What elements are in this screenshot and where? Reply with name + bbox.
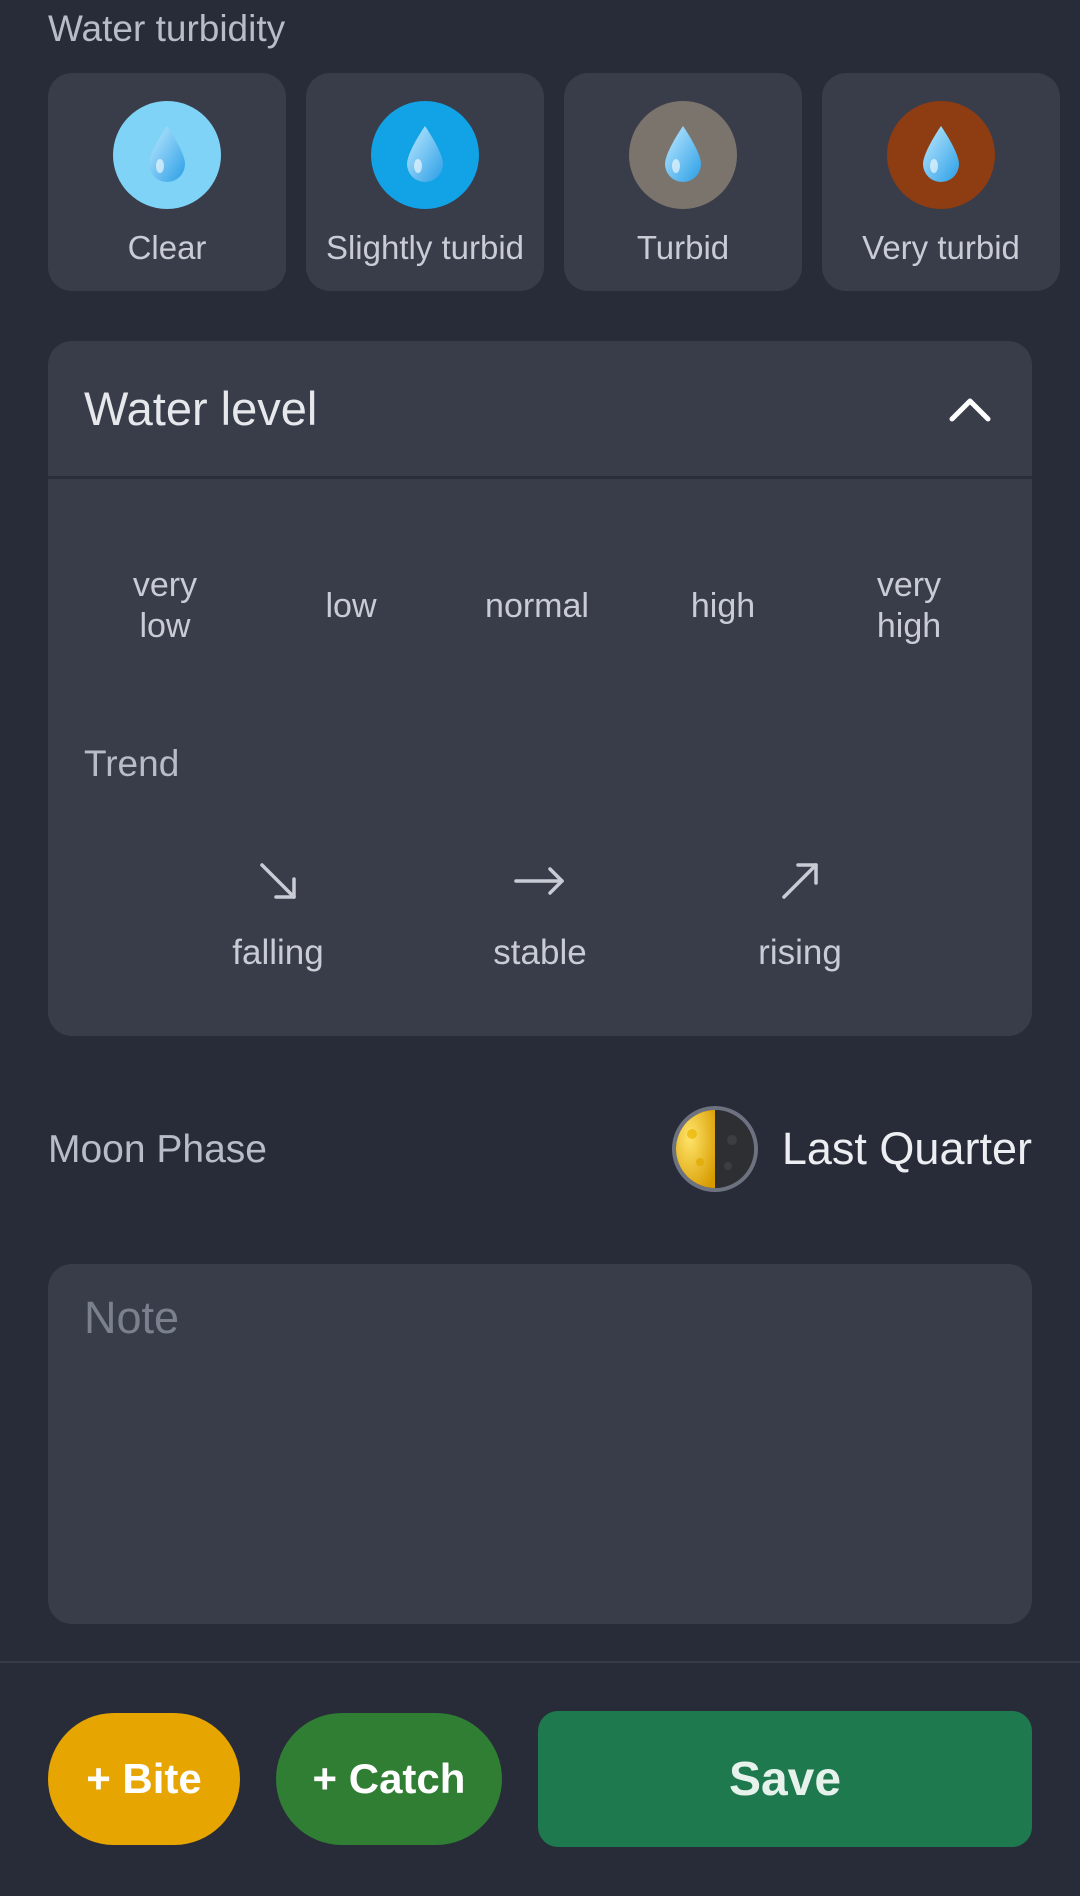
water-level-panel: Water level very low low normal high ver… xyxy=(48,341,1032,1036)
trend-stable-label: stable xyxy=(493,933,587,972)
add-bite-button[interactable]: + Bite xyxy=(48,1713,240,1845)
moon-phase-label: Moon Phase xyxy=(48,1128,267,1171)
water-level-low[interactable]: low xyxy=(261,551,441,661)
turbidity-option-clear[interactable]: Clear xyxy=(48,73,286,291)
turbidity-swatch xyxy=(629,101,737,209)
trend-falling[interactable]: falling xyxy=(168,851,388,973)
note-input[interactable] xyxy=(84,1292,996,1596)
turbidity-options: Clear Slightly turbid Turbid Very turbid xyxy=(48,73,1060,291)
water-drop-icon xyxy=(923,126,959,182)
bottom-divider xyxy=(0,1661,1080,1663)
turbidity-option-label: Turbid xyxy=(636,229,730,266)
turbidity-option-label: Clear xyxy=(127,229,207,266)
moon-phase-text: Last Quarter xyxy=(781,1123,1032,1174)
turbidity-swatch xyxy=(371,101,479,209)
turbidity-option-very-turbid[interactable]: Very turbid xyxy=(822,73,1060,291)
trend-stable[interactable]: stable xyxy=(430,851,650,973)
water-drop-icon xyxy=(407,126,443,182)
turbidity-option-slightly-turbid[interactable]: Slightly turbid xyxy=(306,73,544,291)
water-level-header[interactable]: Water level xyxy=(48,341,1032,479)
arrow-right-icon xyxy=(510,851,570,911)
moon-phase-value[interactable]: Last Quarter xyxy=(671,1106,1032,1192)
water-level-title: Water level xyxy=(84,382,318,435)
add-catch-button[interactable]: + Catch xyxy=(276,1713,502,1845)
trend-label: Trend xyxy=(84,743,180,784)
note-field[interactable] xyxy=(48,1264,1032,1624)
water-level-very-high[interactable]: very high xyxy=(819,551,999,661)
trend-falling-label: falling xyxy=(232,933,324,972)
turbidity-option-label: Slightly turbid xyxy=(325,229,525,266)
arrow-down-right-icon xyxy=(248,851,308,911)
water-drop-icon xyxy=(149,126,185,182)
turbidity-option-turbid[interactable]: Turbid xyxy=(564,73,802,291)
trend-rising[interactable]: rising xyxy=(690,851,910,973)
water-drop-icon xyxy=(665,126,701,182)
turbidity-option-label: Very turbid xyxy=(862,229,1020,266)
water-level-normal[interactable]: normal xyxy=(447,551,627,661)
turbidity-swatch xyxy=(113,101,221,209)
arrow-up-right-icon xyxy=(770,851,830,911)
turbidity-swatch xyxy=(887,101,995,209)
water-level-high[interactable]: high xyxy=(633,551,813,661)
water-level-very-low[interactable]: very low xyxy=(75,551,255,661)
chevron-up-icon[interactable] xyxy=(944,383,996,435)
save-button[interactable]: Save xyxy=(538,1711,1032,1847)
last-quarter-moon-icon xyxy=(671,1106,758,1192)
water-level-options: very low low normal high very high xyxy=(48,551,1032,661)
trend-rising-label: rising xyxy=(758,933,842,972)
water-turbidity-label: Water turbidity xyxy=(48,8,286,49)
